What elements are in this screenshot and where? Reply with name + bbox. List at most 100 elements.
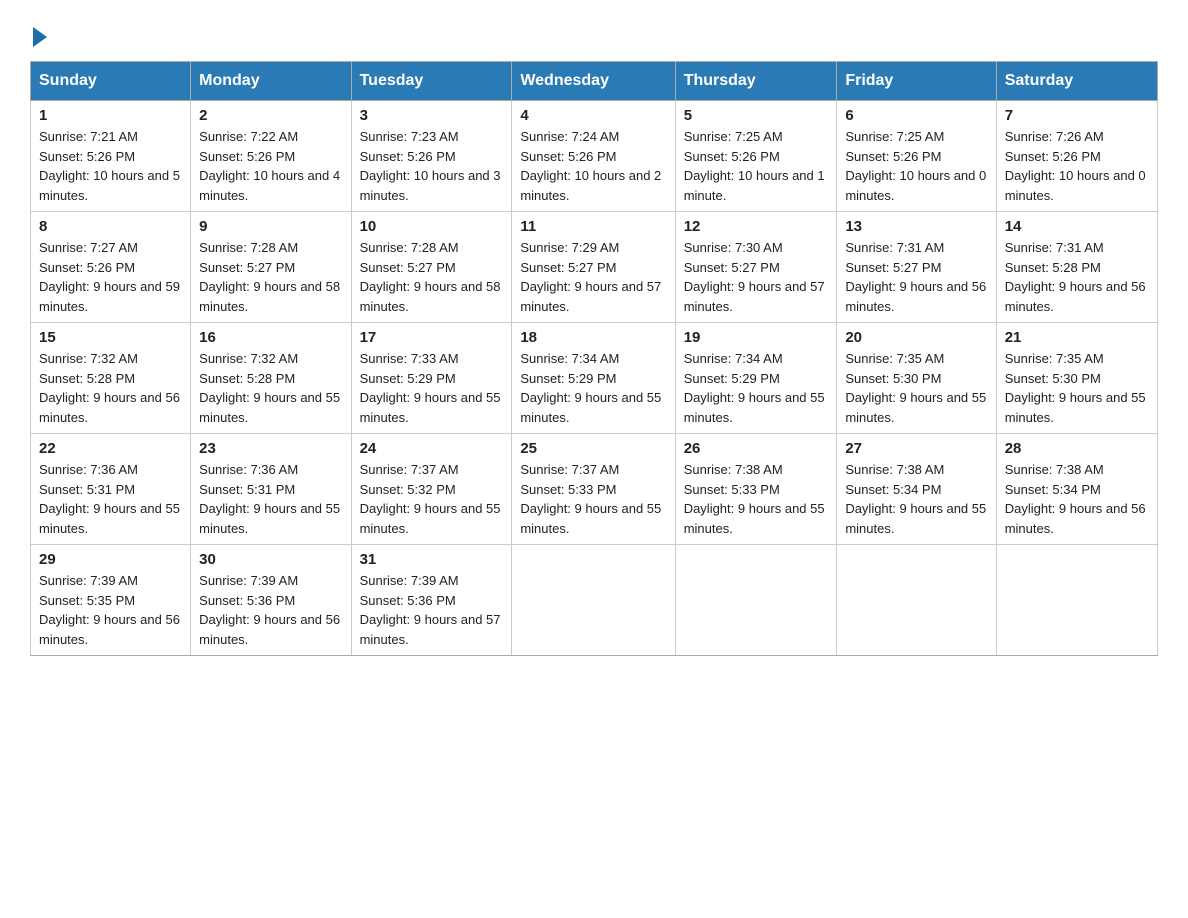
day-number: 18 [520,329,666,346]
day-number: 23 [199,440,342,457]
day-number: 10 [360,218,504,235]
day-number: 30 [199,551,342,568]
day-number: 28 [1005,440,1149,457]
day-number: 15 [39,329,182,346]
day-info: Sunrise: 7:26 AM Sunset: 5:26 PM Dayligh… [1005,127,1149,205]
day-info: Sunrise: 7:28 AM Sunset: 5:27 PM Dayligh… [199,238,342,316]
day-info: Sunrise: 7:23 AM Sunset: 5:26 PM Dayligh… [360,127,504,205]
day-info: Sunrise: 7:28 AM Sunset: 5:27 PM Dayligh… [360,238,504,316]
calendar-cell: 30 Sunrise: 7:39 AM Sunset: 5:36 PM Dayl… [191,545,351,656]
day-number: 1 [39,107,182,124]
calendar-cell: 5 Sunrise: 7:25 AM Sunset: 5:26 PM Dayli… [675,101,837,212]
day-number: 11 [520,218,666,235]
day-number: 16 [199,329,342,346]
calendar-cell: 29 Sunrise: 7:39 AM Sunset: 5:35 PM Dayl… [31,545,191,656]
calendar-cell [837,545,996,656]
day-number: 14 [1005,218,1149,235]
day-number: 26 [684,440,829,457]
day-info: Sunrise: 7:30 AM Sunset: 5:27 PM Dayligh… [684,238,829,316]
logo [30,20,47,43]
column-header-friday: Friday [837,62,996,101]
day-info: Sunrise: 7:25 AM Sunset: 5:26 PM Dayligh… [684,127,829,205]
day-info: Sunrise: 7:22 AM Sunset: 5:26 PM Dayligh… [199,127,342,205]
calendar-cell: 26 Sunrise: 7:38 AM Sunset: 5:33 PM Dayl… [675,434,837,545]
calendar-header-row: SundayMondayTuesdayWednesdayThursdayFrid… [31,62,1158,101]
day-info: Sunrise: 7:33 AM Sunset: 5:29 PM Dayligh… [360,349,504,427]
column-header-tuesday: Tuesday [351,62,512,101]
calendar-cell: 28 Sunrise: 7:38 AM Sunset: 5:34 PM Dayl… [996,434,1157,545]
calendar-cell: 12 Sunrise: 7:30 AM Sunset: 5:27 PM Dayl… [675,212,837,323]
calendar-cell: 22 Sunrise: 7:36 AM Sunset: 5:31 PM Dayl… [31,434,191,545]
calendar-cell: 19 Sunrise: 7:34 AM Sunset: 5:29 PM Dayl… [675,323,837,434]
day-info: Sunrise: 7:29 AM Sunset: 5:27 PM Dayligh… [520,238,666,316]
calendar-table: SundayMondayTuesdayWednesdayThursdayFrid… [30,61,1158,656]
day-info: Sunrise: 7:32 AM Sunset: 5:28 PM Dayligh… [39,349,182,427]
calendar-cell: 23 Sunrise: 7:36 AM Sunset: 5:31 PM Dayl… [191,434,351,545]
calendar-week-row: 29 Sunrise: 7:39 AM Sunset: 5:35 PM Dayl… [31,545,1158,656]
day-info: Sunrise: 7:39 AM Sunset: 5:36 PM Dayligh… [360,571,504,649]
calendar-week-row: 8 Sunrise: 7:27 AM Sunset: 5:26 PM Dayli… [31,212,1158,323]
day-number: 29 [39,551,182,568]
calendar-cell: 6 Sunrise: 7:25 AM Sunset: 5:26 PM Dayli… [837,101,996,212]
day-number: 22 [39,440,182,457]
day-number: 8 [39,218,182,235]
column-header-wednesday: Wednesday [512,62,675,101]
calendar-cell: 20 Sunrise: 7:35 AM Sunset: 5:30 PM Dayl… [837,323,996,434]
calendar-cell: 25 Sunrise: 7:37 AM Sunset: 5:33 PM Dayl… [512,434,675,545]
calendar-cell: 1 Sunrise: 7:21 AM Sunset: 5:26 PM Dayli… [31,101,191,212]
day-info: Sunrise: 7:25 AM Sunset: 5:26 PM Dayligh… [845,127,987,205]
day-number: 2 [199,107,342,124]
calendar-cell: 21 Sunrise: 7:35 AM Sunset: 5:30 PM Dayl… [996,323,1157,434]
calendar-cell: 16 Sunrise: 7:32 AM Sunset: 5:28 PM Dayl… [191,323,351,434]
calendar-cell: 10 Sunrise: 7:28 AM Sunset: 5:27 PM Dayl… [351,212,512,323]
day-number: 5 [684,107,829,124]
day-info: Sunrise: 7:37 AM Sunset: 5:32 PM Dayligh… [360,460,504,538]
calendar-cell [675,545,837,656]
calendar-cell: 31 Sunrise: 7:39 AM Sunset: 5:36 PM Dayl… [351,545,512,656]
calendar-cell: 2 Sunrise: 7:22 AM Sunset: 5:26 PM Dayli… [191,101,351,212]
day-info: Sunrise: 7:38 AM Sunset: 5:33 PM Dayligh… [684,460,829,538]
day-number: 13 [845,218,987,235]
day-info: Sunrise: 7:38 AM Sunset: 5:34 PM Dayligh… [1005,460,1149,538]
logo-triangle-icon [33,27,47,47]
day-info: Sunrise: 7:31 AM Sunset: 5:28 PM Dayligh… [1005,238,1149,316]
calendar-week-row: 1 Sunrise: 7:21 AM Sunset: 5:26 PM Dayli… [31,101,1158,212]
day-info: Sunrise: 7:36 AM Sunset: 5:31 PM Dayligh… [199,460,342,538]
calendar-cell: 14 Sunrise: 7:31 AM Sunset: 5:28 PM Dayl… [996,212,1157,323]
calendar-cell: 3 Sunrise: 7:23 AM Sunset: 5:26 PM Dayli… [351,101,512,212]
day-info: Sunrise: 7:35 AM Sunset: 5:30 PM Dayligh… [845,349,987,427]
calendar-cell: 8 Sunrise: 7:27 AM Sunset: 5:26 PM Dayli… [31,212,191,323]
day-number: 3 [360,107,504,124]
column-header-thursday: Thursday [675,62,837,101]
calendar-cell: 24 Sunrise: 7:37 AM Sunset: 5:32 PM Dayl… [351,434,512,545]
calendar-cell: 4 Sunrise: 7:24 AM Sunset: 5:26 PM Dayli… [512,101,675,212]
calendar-cell: 13 Sunrise: 7:31 AM Sunset: 5:27 PM Dayl… [837,212,996,323]
day-info: Sunrise: 7:34 AM Sunset: 5:29 PM Dayligh… [684,349,829,427]
day-number: 6 [845,107,987,124]
calendar-cell [996,545,1157,656]
day-number: 27 [845,440,987,457]
column-header-monday: Monday [191,62,351,101]
day-info: Sunrise: 7:32 AM Sunset: 5:28 PM Dayligh… [199,349,342,427]
day-number: 19 [684,329,829,346]
calendar-cell: 27 Sunrise: 7:38 AM Sunset: 5:34 PM Dayl… [837,434,996,545]
day-number: 20 [845,329,987,346]
page-header [30,20,1158,43]
day-number: 17 [360,329,504,346]
day-info: Sunrise: 7:27 AM Sunset: 5:26 PM Dayligh… [39,238,182,316]
day-number: 9 [199,218,342,235]
column-header-sunday: Sunday [31,62,191,101]
day-info: Sunrise: 7:35 AM Sunset: 5:30 PM Dayligh… [1005,349,1149,427]
calendar-cell: 17 Sunrise: 7:33 AM Sunset: 5:29 PM Dayl… [351,323,512,434]
column-header-saturday: Saturday [996,62,1157,101]
day-info: Sunrise: 7:38 AM Sunset: 5:34 PM Dayligh… [845,460,987,538]
day-number: 21 [1005,329,1149,346]
day-info: Sunrise: 7:37 AM Sunset: 5:33 PM Dayligh… [520,460,666,538]
day-info: Sunrise: 7:34 AM Sunset: 5:29 PM Dayligh… [520,349,666,427]
calendar-cell: 15 Sunrise: 7:32 AM Sunset: 5:28 PM Dayl… [31,323,191,434]
day-info: Sunrise: 7:36 AM Sunset: 5:31 PM Dayligh… [39,460,182,538]
calendar-cell: 18 Sunrise: 7:34 AM Sunset: 5:29 PM Dayl… [512,323,675,434]
day-info: Sunrise: 7:24 AM Sunset: 5:26 PM Dayligh… [520,127,666,205]
calendar-cell: 7 Sunrise: 7:26 AM Sunset: 5:26 PM Dayli… [996,101,1157,212]
day-number: 4 [520,107,666,124]
